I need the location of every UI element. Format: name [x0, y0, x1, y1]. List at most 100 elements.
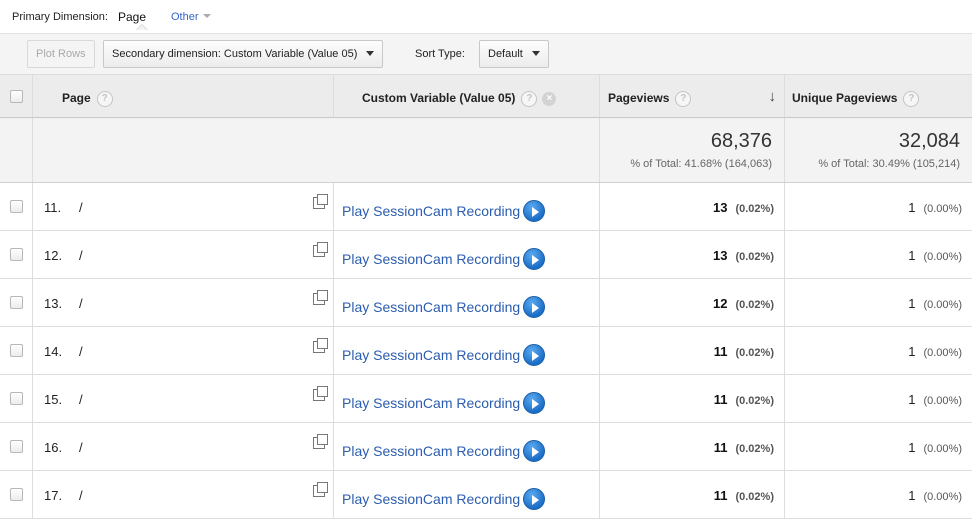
external-link-icon[interactable]: [313, 290, 328, 305]
total-unique-pageviews-percent: % of Total: 30.49% (105,214): [818, 158, 960, 170]
table-row: 12. / Play SessionCam Recording 13 (0.02%…: [0, 231, 972, 279]
header-pageviews[interactable]: Pageviews? ↓: [600, 75, 785, 117]
page-path-link[interactable]: /: [79, 248, 83, 263]
play-icon[interactable]: [523, 392, 546, 414]
row-checkbox[interactable]: [10, 440, 23, 453]
pageviews-percent: (0.02%): [735, 443, 774, 455]
close-icon[interactable]: ×: [542, 92, 557, 106]
question-mark-icon[interactable]: ?: [675, 91, 692, 107]
sort-type-label: Sort Type:: [415, 48, 465, 60]
external-link-icon[interactable]: [313, 194, 328, 209]
sort-type-dropdown[interactable]: Default: [479, 40, 549, 68]
table-row: 16. / Play SessionCam Recording 11 (0.02%…: [0, 423, 972, 471]
play-recording-link[interactable]: Play SessionCam Recording: [342, 392, 546, 414]
table-header-row: Page? Custom Variable (Value 05)? × Pagev…: [0, 74, 972, 118]
play-recording-link[interactable]: Play SessionCam Recording: [342, 200, 546, 222]
play-recording-label: Play SessionCam Recording: [342, 251, 521, 267]
pageviews-percent: (0.02%): [735, 299, 774, 311]
external-link-icon[interactable]: [313, 386, 328, 401]
play-recording-link[interactable]: Play SessionCam Recording: [342, 488, 546, 510]
row-number: 13.: [44, 296, 63, 311]
unique-pageviews-value: 1: [908, 248, 916, 263]
other-label: Other: [171, 11, 199, 23]
question-mark-icon[interactable]: ?: [96, 91, 113, 107]
secondary-dimension-dropdown[interactable]: Secondary dimension: Custom Variable (Va…: [103, 40, 384, 68]
table-row: 17. / Play SessionCam Recording 11 (0.02%…: [0, 471, 972, 519]
play-recording-label: Play SessionCam Recording: [342, 395, 521, 411]
row-number: 16.: [44, 440, 63, 455]
row-number: 14.: [44, 344, 63, 359]
play-recording-link[interactable]: Play SessionCam Recording: [342, 344, 546, 366]
unique-pageviews-percent: (0.00%): [923, 203, 962, 215]
secondary-dimension-label: Secondary dimension: Custom Variable (Va…: [112, 48, 358, 60]
header-custom-variable[interactable]: Custom Variable (Value 05)? ×: [334, 75, 600, 117]
play-recording-link[interactable]: Play SessionCam Recording: [342, 296, 546, 318]
pageviews-percent: (0.02%): [735, 251, 774, 263]
page-path-link[interactable]: /: [79, 344, 83, 359]
play-recording-label: Play SessionCam Recording: [342, 299, 521, 315]
play-icon[interactable]: [523, 296, 546, 318]
unique-pageviews-percent: (0.00%): [923, 347, 962, 359]
row-checkbox[interactable]: [10, 248, 23, 261]
pageviews-value: 12: [713, 296, 728, 311]
pageviews-percent: (0.02%): [735, 491, 774, 503]
plot-rows-button[interactable]: Plot Rows: [27, 40, 95, 68]
pageviews-value: 11: [713, 488, 728, 503]
header-pageviews-label: Pageviews: [608, 91, 670, 106]
page-path-link[interactable]: /: [79, 296, 83, 311]
table-row: 11. / Play SessionCam Recording 13 (0.02%…: [0, 183, 972, 231]
total-pageviews: 68,376: [710, 130, 772, 152]
page-path-link[interactable]: /: [79, 440, 83, 455]
play-recording-label: Play SessionCam Recording: [342, 203, 521, 219]
header-page[interactable]: Page?: [33, 75, 334, 117]
primary-dimension-page[interactable]: Page: [118, 10, 146, 24]
row-checkbox[interactable]: [10, 296, 23, 309]
play-icon[interactable]: [523, 440, 546, 462]
external-link-icon[interactable]: [313, 434, 328, 449]
active-dimension-caret: [136, 24, 148, 30]
play-icon[interactable]: [523, 200, 546, 222]
header-custom-variable-label: Custom Variable (Value 05): [362, 91, 516, 106]
totals-row: 68,376 % of Total: 41.68% (164,063) 32,0…: [0, 118, 972, 183]
unique-pageviews-percent: (0.00%): [923, 443, 962, 455]
row-checkbox[interactable]: [10, 488, 23, 501]
page-path-link[interactable]: /: [79, 392, 83, 407]
total-unique-pageviews: 32,084: [898, 130, 960, 152]
page-path-link[interactable]: /: [79, 488, 83, 503]
play-icon[interactable]: [523, 344, 546, 366]
play-recording-link[interactable]: Play SessionCam Recording: [342, 440, 546, 462]
total-unique-pageviews-cell: 32,084 % of Total: 30.49% (105,214): [785, 118, 972, 182]
row-number: 12.: [44, 248, 63, 263]
header-page-label: Page: [62, 91, 91, 106]
unique-pageviews-value: 1: [908, 440, 916, 455]
unique-pageviews-percent: (0.00%): [923, 395, 962, 407]
play-icon[interactable]: [523, 248, 546, 270]
unique-pageviews-value: 1: [908, 392, 916, 407]
page-path-link[interactable]: /: [79, 200, 83, 215]
play-recording-link[interactable]: Play SessionCam Recording: [342, 248, 546, 270]
total-pageviews-percent: % of Total: 41.68% (164,063): [630, 158, 772, 170]
pageviews-percent: (0.02%): [735, 347, 774, 359]
primary-dimension-label: Primary Dimension:: [12, 11, 108, 23]
external-link-icon[interactable]: [313, 242, 328, 257]
select-all-checkbox[interactable]: [10, 90, 23, 103]
play-icon[interactable]: [523, 488, 546, 510]
row-checkbox[interactable]: [10, 392, 23, 405]
chevron-down-icon: [531, 51, 540, 56]
pageviews-value: 13: [713, 200, 728, 215]
unique-pageviews-percent: (0.00%): [923, 251, 962, 263]
question-mark-icon[interactable]: ?: [903, 91, 920, 107]
unique-pageviews-value: 1: [908, 296, 916, 311]
chevron-down-icon: [202, 14, 211, 18]
external-link-icon[interactable]: [313, 338, 328, 353]
pageviews-value: 13: [713, 248, 728, 263]
question-mark-icon[interactable]: ?: [521, 91, 538, 107]
pageviews-percent: (0.02%): [735, 203, 774, 215]
row-checkbox[interactable]: [10, 344, 23, 357]
unique-pageviews-value: 1: [908, 344, 916, 359]
table-row: 15. / Play SessionCam Recording 11 (0.02%…: [0, 375, 972, 423]
row-checkbox[interactable]: [10, 200, 23, 213]
header-unique-pageviews[interactable]: Unique Pageviews?: [785, 75, 972, 117]
external-link-icon[interactable]: [313, 482, 328, 497]
primary-dimension-other-dropdown[interactable]: Other: [171, 11, 211, 23]
